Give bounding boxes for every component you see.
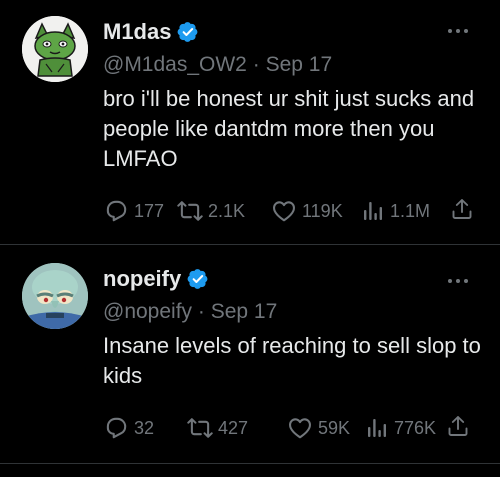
tweet-date[interactable]: Sep 17	[211, 300, 278, 323]
tweet-date[interactable]: Sep 17	[266, 53, 333, 76]
reply-button[interactable]: 32	[103, 413, 154, 443]
share-icon	[448, 416, 468, 436]
views-chart-icon	[364, 202, 382, 220]
repost-button[interactable]: 2.1K	[177, 196, 245, 226]
separator: ·	[252, 53, 260, 76]
repost-icon	[177, 201, 203, 221]
view-count: 1.1M	[390, 201, 431, 221]
tweet-2[interactable]: nopeify @nopeify · Sep 17 Insane levels …	[0, 245, 500, 463]
share-button[interactable]	[450, 196, 474, 222]
tweet-text: bro i'll be honest ur shit just sucks an…	[103, 86, 475, 171]
handle-row: @M1das_OW2 · Sep 17	[103, 52, 332, 78]
verified-badge-icon[interactable]	[187, 268, 209, 290]
repost-icon	[187, 418, 213, 438]
user-avatar[interactable]	[22, 263, 88, 329]
tweet-text: Insane levels of reaching to sell slop t…	[103, 333, 481, 388]
separator: ·	[197, 300, 205, 323]
handle-row: @nopeify · Sep 17	[103, 299, 277, 325]
repost-count: 2.1K	[208, 201, 246, 221]
share-button[interactable]	[446, 413, 470, 439]
repost-count: 427	[218, 418, 249, 438]
views-chart-icon	[368, 419, 386, 437]
reply-icon	[106, 417, 127, 439]
display-name[interactable]: nopeify	[103, 266, 181, 292]
reply-count: 177	[134, 201, 165, 221]
views-button[interactable]: 1.1M	[361, 196, 430, 226]
user-handle[interactable]: @nopeify	[103, 300, 192, 323]
author-row: M1das	[103, 19, 199, 45]
author-row: nopeify	[103, 266, 209, 292]
tweet-1[interactable]: M1das @M1das_OW2 · Sep 17 bro i'll be ho…	[0, 0, 500, 244]
more-options-icon[interactable]	[446, 276, 470, 286]
more-options-icon[interactable]	[446, 26, 470, 36]
repost-button[interactable]: 427	[187, 413, 248, 443]
verified-badge-icon[interactable]	[177, 21, 199, 43]
like-count: 119K	[302, 201, 343, 221]
like-button[interactable]: 59K	[287, 413, 350, 443]
green-cat-avatar-icon	[22, 16, 88, 82]
tweet-actions: 32 427 59K 776K	[103, 413, 475, 443]
like-button[interactable]: 119K	[271, 196, 343, 226]
user-avatar[interactable]	[22, 16, 88, 82]
heart-icon	[273, 201, 295, 222]
tweet-divider	[0, 463, 500, 464]
tweet-actions: 177 2.1K 119K 1.1M	[103, 196, 475, 226]
view-count: 776K	[394, 418, 437, 438]
reply-count: 32	[134, 418, 155, 438]
views-button[interactable]: 776K	[365, 413, 436, 443]
display-name[interactable]: M1das	[103, 19, 171, 45]
user-handle[interactable]: @M1das_OW2	[103, 53, 247, 76]
like-count: 59K	[318, 418, 351, 438]
heart-icon	[289, 418, 311, 439]
reply-button[interactable]: 177	[103, 196, 164, 226]
share-icon	[452, 199, 472, 219]
squidward-avatar-icon	[22, 263, 88, 329]
reply-icon	[106, 200, 127, 222]
